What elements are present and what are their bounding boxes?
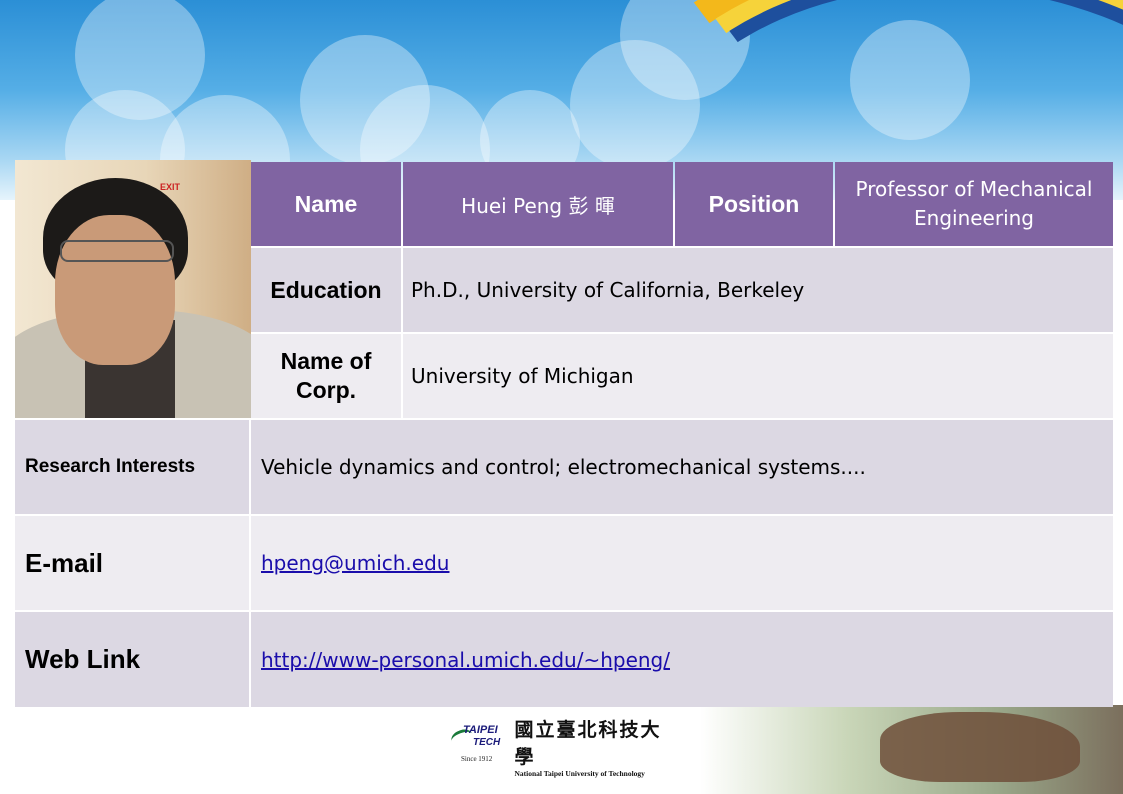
name-label: Name: [251, 162, 401, 246]
position-value: Professor of Mechanical Engineering: [835, 162, 1113, 246]
research-label: Research Interests: [15, 420, 249, 514]
education-value: Ph.D., University of California, Berkele…: [403, 248, 1113, 332]
taipei-tech-logo-icon: TAIPEI TECH Since 1912: [449, 724, 507, 768]
profile-photo: EXIT: [15, 160, 251, 418]
profile-table: EXIT Name Huei Peng 彭 暉 Position Profess…: [15, 160, 1113, 707]
email-cell: hpeng@umich.edu: [251, 516, 1113, 610]
name-value: Huei Peng 彭 暉: [403, 162, 673, 246]
email-label: E-mail: [15, 516, 249, 610]
university-english-name: National Taipei University of Technology: [514, 768, 645, 778]
exit-sign: EXIT: [160, 182, 181, 192]
weblink-cell: http://www-personal.umich.edu/~hpeng/: [251, 612, 1113, 707]
bull-statue-image: [880, 712, 1080, 782]
education-label: Education: [251, 248, 401, 332]
weblink-label: Web Link: [15, 612, 249, 707]
research-value: Vehicle dynamics and control; electromec…: [251, 420, 1113, 514]
corp-value: University of Michigan: [403, 334, 1113, 418]
corp-label: Name of Corp.: [251, 334, 401, 418]
email-link[interactable]: hpeng@umich.edu: [261, 551, 449, 575]
university-chinese-name: 國立臺北科技大學: [514, 718, 662, 768]
position-label: Position: [675, 162, 833, 246]
university-logo: TAIPEI TECH Since 1912 國立臺北科技大學 National…: [449, 719, 681, 778]
web-link[interactable]: http://www-personal.umich.edu/~hpeng/: [261, 648, 670, 672]
